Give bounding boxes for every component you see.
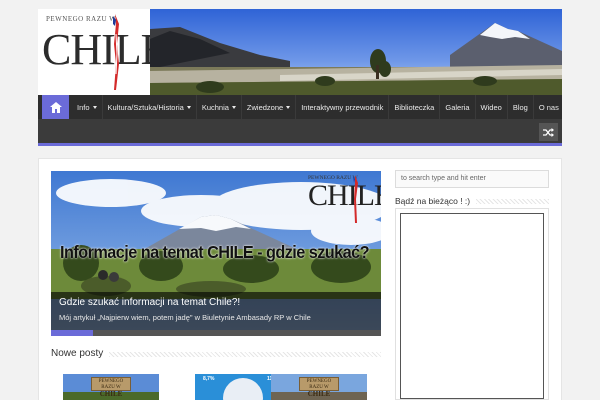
nav-item-label: Zwiedzone [246,102,284,112]
nav-item-label: Kultura/Sztuka/Historia [107,102,184,112]
nav-item-label: Galeria [445,102,470,112]
social-widget [395,208,549,400]
thumb-sign-title: CHILE [307,390,331,398]
nav-item-wideo[interactable]: Wideo [476,95,508,119]
thumb-sign: PEWNEGO RAZU W CHILE [91,377,131,398]
random-post-button[interactable] [539,123,558,141]
nav-item-przewodnik[interactable]: Interaktywny przewodnik [296,95,390,119]
shuffle-icon [543,127,554,137]
thumb-sign-tagline: PEWNEGO RAZU W [98,379,124,390]
nav-item-galeria[interactable]: Galeria [440,95,476,119]
nav-item-biblioteczka[interactable]: Biblioteczka [389,95,441,119]
widget-title: Bądź na bieżąco ! :) [395,196,475,206]
sub-navigation-bar [38,119,562,146]
caret-down-icon [286,105,291,109]
slider-progress-bar [51,330,381,336]
caret-down-icon [186,105,191,109]
slide-caption-text: Mój artykuł „Najpierw wiem, potem jadę" … [59,313,311,322]
logo-tagline: PEWNEGO RAZU W [46,15,117,23]
thumb-pie [223,378,263,400]
header-banner-image [150,9,562,95]
thumb-sign-tagline: PEWNEGO RAZU W [306,379,332,390]
heading-divider [109,352,381,357]
search-input[interactable]: to search type and hit enter [395,170,549,188]
slide-caption[interactable]: Gdzie szukać informacji na temat Chile?!… [51,292,381,330]
nav-item-label: O nas [538,102,559,112]
thumb-stat-left: 8,7% [203,376,215,382]
nav-item-label: Blog [512,102,528,112]
thumb-sign-title: CHILE [99,390,123,398]
nav-item-label: Interaktywny przewodnik [301,102,384,112]
main-navigation: Info Kultura/Sztuka/Historia Kuchnia Zwi… [38,95,562,119]
chile-flag-icon [353,175,358,223]
nav-item-blog[interactable]: Blog [508,95,534,119]
slide-headline: Informacje na temat CHILE - gdzie szukać… [60,242,370,262]
home-icon [49,101,62,113]
caret-down-icon [92,105,97,109]
thumb-sign: PEWNEGO RAZU W CHILE [299,377,339,398]
caret-down-icon [231,105,236,109]
nav-item-label: Kuchnia [201,102,229,112]
nav-item-kuchnia[interactable]: Kuchnia [197,95,242,119]
nav-item-kultura[interactable]: Kultura/Sztuka/Historia [103,95,197,119]
nav-item-o-nas[interactable]: O nas [534,95,564,119]
search-placeholder: to search type and hit enter [401,175,486,182]
chile-flag-icon [113,14,119,90]
site-logo[interactable]: PEWNEGO RAZU W CHILE [38,9,168,95]
post-thumbnail[interactable]: PEWNEGO RAZU W CHILE [271,374,367,400]
nav-item-info[interactable]: Info [72,95,103,119]
slide-caption-title[interactable]: Gdzie szukać informacji na temat Chile?! [59,297,240,308]
nav-menu: Info Kultura/Sztuka/Historia Kuchnia Zwi… [72,95,564,119]
nav-item-zwiedzone[interactable]: Zwiedzone [242,95,297,119]
new-posts-heading: Nowe posty [51,348,110,359]
heading-divider [476,199,549,204]
slider-progress-fill [51,330,93,336]
embedded-feed-frame[interactable] [400,213,544,399]
post-thumbnail[interactable]: PEWNEGO RAZU W CHILE [63,374,159,400]
home-button[interactable] [42,95,69,119]
nav-item-label: Info [77,102,90,112]
slide-logo-title: CHILE [308,179,381,212]
nav-item-label: Biblioteczka [394,102,435,112]
site-header: PEWNEGO RAZU W CHILE [38,9,562,95]
featured-slider[interactable]: PEWNEGO RAZU W CHILE Informacje na temat… [51,171,381,336]
nav-item-label: Wideo [480,102,502,112]
logo-title: CHILE [42,25,168,74]
